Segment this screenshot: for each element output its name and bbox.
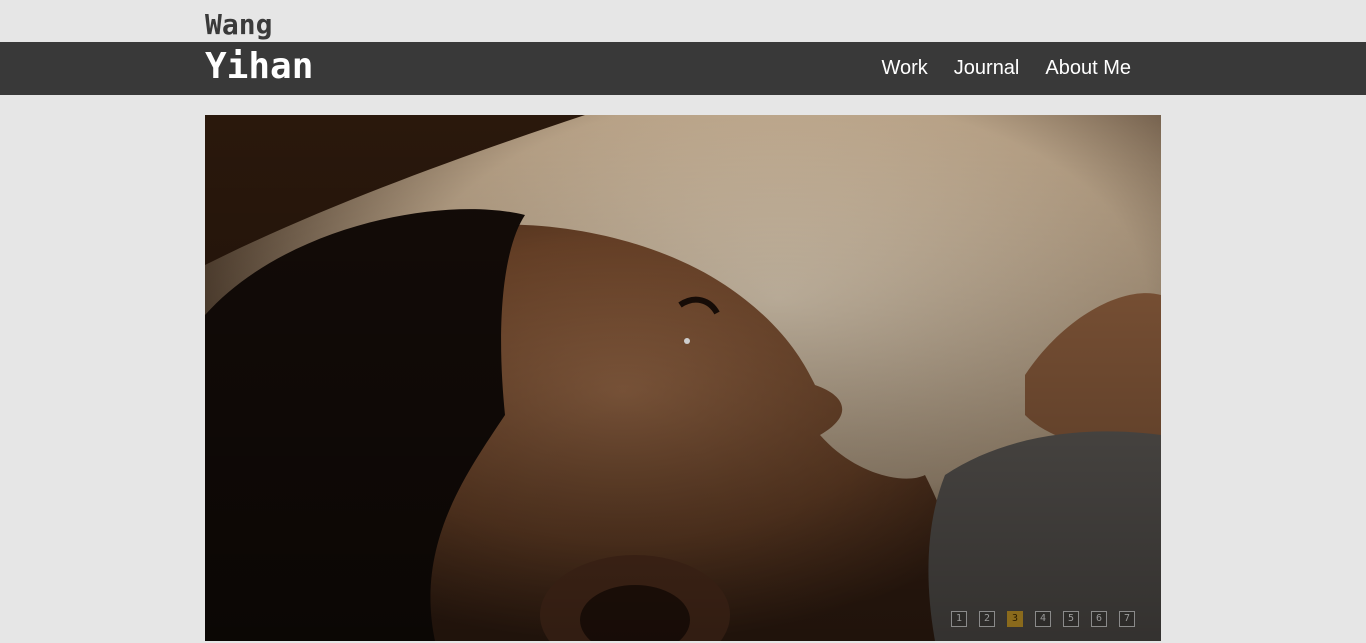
site-first-name: Wang: [205, 8, 273, 41]
navbar: Yihan Work Journal About Me: [0, 42, 1366, 95]
nav-about-me[interactable]: About Me: [1045, 56, 1131, 80]
pager-dot-4[interactable]: 4: [1035, 611, 1051, 627]
slideshow: 1 2 3 4 5 6 7: [205, 115, 1161, 641]
nav-work[interactable]: Work: [881, 56, 927, 80]
pager-dot-6[interactable]: 6: [1091, 611, 1107, 627]
pager-dot-2[interactable]: 2: [979, 611, 995, 627]
site-brand[interactable]: Yihan: [205, 45, 313, 89]
pager-dot-5[interactable]: 5: [1063, 611, 1079, 627]
main-nav: Work Journal About Me: [881, 56, 1131, 80]
pager-dot-7[interactable]: 7: [1119, 611, 1135, 627]
nav-journal[interactable]: Journal: [954, 56, 1020, 80]
pager-dot-3[interactable]: 3: [1007, 611, 1023, 627]
slide-photo: [205, 115, 1161, 641]
pager-dot-1[interactable]: 1: [951, 611, 967, 627]
slideshow-pager: 1 2 3 4 5 6 7: [951, 611, 1135, 627]
